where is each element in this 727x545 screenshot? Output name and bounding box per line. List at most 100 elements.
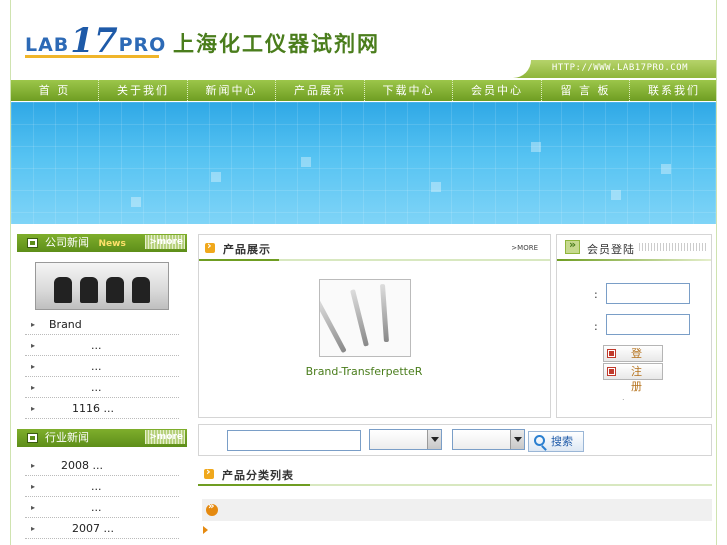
industry-news-list: ▸ 2008 ... ▸... ▸... ▸ 2007 ... — [25, 455, 179, 539]
nav-item-about[interactable]: 关于我们 — [99, 80, 188, 101]
username-input[interactable] — [606, 283, 690, 304]
category-select[interactable] — [369, 429, 442, 450]
password-label: : — [594, 320, 598, 333]
banner-square — [211, 172, 221, 182]
company-news-title-en: News — [98, 239, 126, 249]
register-button[interactable]: 注 册 — [603, 363, 663, 393]
news-list-item[interactable]: ▸... — [25, 356, 179, 377]
register-icon — [607, 367, 616, 376]
news-item-text: ... — [91, 360, 102, 373]
site-logo[interactable]: LAB 17 PRO — [25, 20, 167, 61]
product-more-link[interactable]: >MORE — [511, 244, 538, 252]
member-login-header: 会员登陆 — [557, 235, 711, 261]
orange-arrow-icon — [204, 465, 214, 479]
nav-item-downloads[interactable]: 下载中心 — [365, 80, 453, 101]
chair-shape — [132, 277, 150, 303]
page-frame: LAB 17 PRO 上海化工仪器试剂网 HTTP://WWW.LAB17PRO… — [10, 0, 717, 545]
banner-square — [611, 190, 621, 200]
logo-lab-text: LAB — [25, 34, 70, 56]
type-select[interactable] — [452, 429, 525, 450]
news-item-text: ... — [91, 480, 102, 493]
news-box-icon — [27, 238, 38, 248]
login-button[interactable]: 登 录 — [603, 345, 663, 375]
member-login-title: 会员登陆 — [587, 243, 635, 256]
news-list-item[interactable]: ▸... — [25, 335, 179, 356]
banner-square — [661, 164, 671, 174]
main-nav: 首 页 关于我们 新闻中心 产品展示 下载中心 会员中心 留 言 板 联系我们 — [11, 80, 716, 101]
category-list-header: 产品分类列表 — [198, 462, 712, 486]
news-list-item[interactable]: ▸ 2008 ... — [25, 455, 179, 476]
news-list-item[interactable]: ▸... — [25, 377, 179, 398]
pipette-shape — [379, 283, 389, 343]
arrow-bullet-icon: ▸ — [31, 503, 36, 512]
username-label: : — [594, 288, 598, 301]
news-item-text: 2008 ... — [61, 459, 103, 472]
pipette-shape — [350, 289, 369, 347]
search-button[interactable]: 搜索 — [528, 431, 584, 452]
url-bar: HTTP://WWW.LAB17PRO.COM — [11, 60, 716, 78]
search-button-label: 搜索 — [551, 435, 573, 448]
industry-news-more-link[interactable]: >more — [145, 430, 185, 444]
nav-item-members[interactable]: 会员中心 — [453, 80, 542, 101]
search-input[interactable] — [227, 430, 361, 451]
company-news-list: ▸ Brand ▸... ▸... ▸... ▸ 1116 ... — [25, 314, 179, 419]
news-list-item[interactable]: ▸... — [25, 476, 179, 497]
arrow-bullet-icon: ▸ — [31, 404, 36, 413]
company-news-title: 公司新闻 — [45, 236, 89, 249]
news-list-item[interactable]: ▸ 1116 ... — [25, 398, 179, 419]
industry-news-title: 行业新闻 — [45, 431, 89, 444]
search-icon — [534, 435, 545, 446]
header-underline — [199, 259, 279, 261]
site-url: HTTP://WWW.LAB17PRO.COM — [551, 63, 688, 73]
nav-item-guestbook[interactable]: 留 言 板 — [542, 80, 630, 101]
arrow-bullet-icon: ▸ — [31, 482, 36, 491]
logo-pro-text: PRO — [118, 34, 167, 56]
arrow-bullet-icon: ▸ — [31, 362, 36, 371]
product-showcase-header: 产品展示 >MORE — [199, 235, 550, 261]
nav-item-news[interactable]: 新闻中心 — [188, 80, 276, 101]
left-column: 公司新闻 News >more ▸ Brand ▸... ▸... ▸... ▸ 1… — [17, 234, 187, 545]
product-search-bar: 搜索 — [198, 424, 712, 456]
product-showcase-title: 产品展示 — [223, 243, 271, 256]
chevron-down-icon — [427, 430, 441, 449]
arrow-bullet-icon: ▸ — [31, 341, 36, 350]
product-image-pipettes[interactable] — [319, 279, 411, 357]
banner-image — [11, 102, 716, 224]
site-header: LAB 17 PRO 上海化工仪器试剂网 HTTP://WWW.LAB17PRO… — [11, 0, 716, 78]
product-caption-link[interactable]: Brand-TransferpetteR — [259, 365, 469, 378]
industry-news-header: 行业新闻 >more — [17, 429, 187, 447]
news-item-text: ... — [91, 381, 102, 394]
news-photo-boardroom[interactable] — [35, 262, 169, 310]
company-news-more-link[interactable]: >more — [145, 235, 185, 249]
password-input[interactable] — [606, 314, 690, 335]
news-item-text: ... — [91, 339, 102, 352]
news-item-text: Brand — [49, 318, 82, 331]
banner-square — [431, 182, 441, 192]
member-login-panel: 会员登陆 : : 登 录 注 册 . — [556, 234, 712, 418]
register-button-label: 注 册 — [631, 365, 649, 393]
company-news-header: 公司新闻 News >more — [17, 234, 187, 252]
banner-square — [301, 157, 311, 167]
news-list-item[interactable]: ▸... — [25, 497, 179, 518]
pipette-shape — [320, 299, 347, 354]
login-footnote: . — [622, 393, 625, 402]
news-item-text: 1116 ... — [72, 402, 114, 415]
news-list-item[interactable]: ▸ Brand — [25, 314, 179, 335]
category-row[interactable] — [202, 499, 712, 521]
orange-circle-arrow-icon — [206, 501, 218, 516]
header-underline — [557, 259, 711, 261]
chevron-down-icon — [510, 430, 524, 449]
nav-item-contact[interactable]: 联系我们 — [630, 80, 716, 101]
arrow-bullet-icon: ▸ — [31, 383, 36, 392]
logo-number-text: 17 — [70, 21, 118, 61]
category-subrow[interactable] — [202, 524, 712, 538]
news-list-item[interactable]: ▸ 2007 ... — [25, 518, 179, 539]
news-item-text: 2007 ... — [72, 522, 114, 535]
nav-item-products[interactable]: 产品展示 — [276, 80, 365, 101]
category-list-title: 产品分类列表 — [222, 469, 294, 482]
logo-underline — [25, 55, 159, 58]
header-dots-decoration — [639, 243, 707, 251]
arrow-bullet-icon: ▸ — [31, 461, 36, 470]
nav-item-home[interactable]: 首 页 — [11, 80, 99, 101]
banner-grid — [11, 102, 716, 224]
